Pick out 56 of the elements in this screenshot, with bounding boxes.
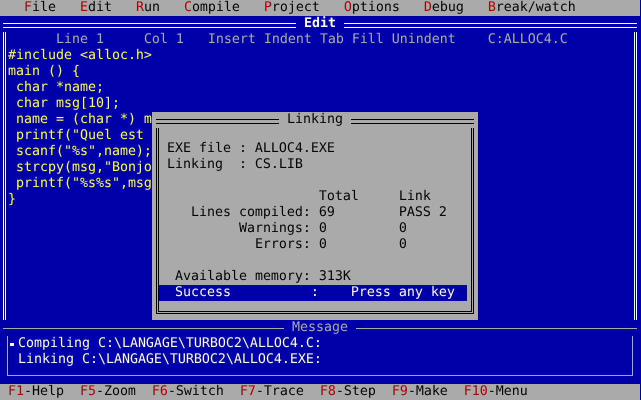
menu-item[interactable]: Compile <box>184 0 240 16</box>
status-modes: Insert Indent Tab Fill Unindent <box>208 32 456 48</box>
message-line[interactable]: Compiling C:\LANGAGE\TURBOC2\ALLOC4.C: <box>18 336 322 352</box>
result-status: Success <box>174 285 232 301</box>
menu-item[interactable]: Options <box>344 0 400 16</box>
stat-value: PASS 2 <box>398 205 448 221</box>
code-line: main () { <box>8 64 80 79</box>
status-line: Line 1 <box>56 32 104 48</box>
code-line: scanf("%s",name); <box>14 144 152 159</box>
field-label: EXE file <box>166 141 232 157</box>
memory-label: Available memory: <box>174 269 311 285</box>
code-line: name = (char *) m <box>14 112 152 127</box>
code-line: #include <alloc.h> <box>8 48 152 63</box>
code-line: strcpy(msg,"Bonjo <box>14 160 152 175</box>
status-file: C:ALLOC4.C <box>488 32 568 48</box>
stat-value: 0 <box>318 221 328 237</box>
separator: : <box>238 157 247 173</box>
menu-item[interactable]: Run <box>136 0 160 16</box>
window-title: Edit <box>303 16 337 32</box>
function-key[interactable]: F9-Make <box>392 384 448 400</box>
stat-value: 0 <box>318 237 328 253</box>
stat-value: 0 <box>398 221 408 237</box>
stat-value: 69 <box>318 205 336 221</box>
menu-item[interactable]: Debug <box>424 0 464 16</box>
code-line: char *name; <box>14 80 104 95</box>
separator: : <box>310 285 320 301</box>
window-title: Message <box>291 320 349 336</box>
column-header: Link <box>398 189 432 205</box>
code-line: printf("%s%s",msg <box>14 176 152 191</box>
field-value: ALLOC4.EXE <box>254 141 335 157</box>
menu-item[interactable]: Edit <box>80 0 112 16</box>
function-key[interactable]: F5-Zoom <box>80 384 136 400</box>
message-line[interactable]: Linking C:\LANGAGE\TURBOC2\ALLOC4.EXE: <box>18 352 322 368</box>
function-key[interactable]: F8-Step <box>320 384 376 400</box>
menu-item[interactable]: Break/watch <box>488 0 576 16</box>
function-key[interactable]: F10-Menu <box>464 384 528 400</box>
memory-value: 313K <box>318 269 352 285</box>
status-col: Col 1 <box>144 32 184 48</box>
function-key[interactable]: F7-Trace <box>240 384 304 400</box>
menu-item[interactable]: File <box>24 0 56 16</box>
dialog-title: Linking <box>286 112 344 128</box>
code-line: } <box>8 192 16 207</box>
function-key[interactable]: F1-Help <box>8 384 64 400</box>
result-prompt: Press any key <box>350 285 455 301</box>
column-header: Total <box>318 189 360 205</box>
function-key[interactable]: F6-Switch <box>152 384 224 400</box>
code-line: char msg[10]; <box>14 96 120 111</box>
code-line: printf("Quel est <box>14 128 144 143</box>
separator: : <box>238 141 247 157</box>
stat-label: Errors: <box>254 237 311 253</box>
stat-label: Lines compiled: <box>190 205 311 221</box>
stat-label: Warnings: <box>238 221 311 237</box>
stat-value: 0 <box>398 237 408 253</box>
field-value: CS.LIB <box>254 157 303 173</box>
menu-item[interactable]: Project <box>264 0 320 16</box>
field-label: Linking <box>166 157 224 173</box>
